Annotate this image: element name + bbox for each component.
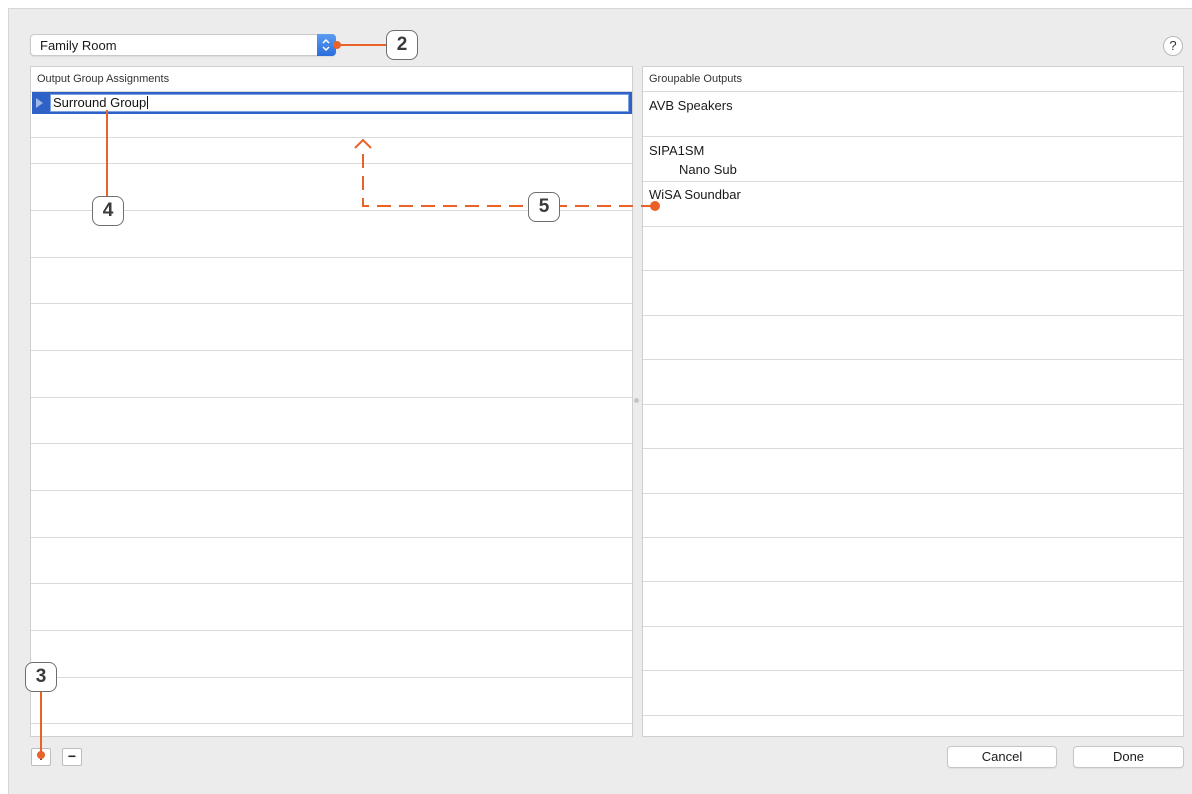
row-divider: [31, 723, 632, 724]
row-divider: [31, 350, 632, 351]
row-divider: [31, 630, 632, 631]
row-divider: [643, 670, 1183, 671]
output-item-nano-sub[interactable]: Nano Sub: [679, 162, 737, 177]
output-group-assignments-panel: Output Group Assignments Surround Group: [30, 66, 633, 737]
row-divider: [31, 397, 632, 398]
callout-4: 4: [92, 196, 124, 226]
row-divider: [643, 404, 1183, 405]
output-item-sipa1sm[interactable]: SIPA1SM: [649, 143, 704, 158]
groupable-outputs-panel: Groupable Outputs AVB Speakers SIPA1SM N…: [642, 66, 1184, 737]
group-name-value: Surround Group: [53, 95, 147, 110]
disclosure-triangle-icon[interactable]: [36, 98, 43, 108]
row-divider: [643, 270, 1183, 271]
callout-3: 3: [25, 662, 57, 692]
callout-5: 5: [528, 192, 560, 222]
callout-2: 2: [386, 30, 418, 60]
row-divider: [31, 257, 632, 258]
split-view-handle[interactable]: [634, 398, 639, 403]
row-divider: [643, 181, 1183, 182]
row-divider: [31, 137, 632, 138]
output-item-avb-speakers[interactable]: AVB Speakers: [649, 98, 733, 113]
output-group-assignments-header: Output Group Assignments: [31, 67, 632, 92]
row-divider: [643, 493, 1183, 494]
room-popup[interactable]: Family Room: [30, 34, 336, 56]
row-divider: [31, 537, 632, 538]
row-divider: [31, 677, 632, 678]
row-divider: [643, 315, 1183, 316]
text-caret: [147, 96, 149, 109]
done-button[interactable]: Done: [1073, 746, 1184, 768]
row-divider: [643, 626, 1183, 627]
row-divider: [31, 303, 632, 304]
row-divider: [643, 715, 1183, 716]
help-button[interactable]: ?: [1163, 36, 1183, 56]
row-divider: [31, 490, 632, 491]
popup-stepper-icon[interactable]: [317, 34, 336, 56]
groupable-outputs-header: Groupable Outputs: [643, 67, 1183, 92]
row-divider: [643, 136, 1183, 137]
row-divider: [31, 163, 632, 164]
output-item-wisa-soundbar[interactable]: WiSA Soundbar: [649, 187, 741, 202]
row-divider: [31, 443, 632, 444]
row-divider: [643, 581, 1183, 582]
cancel-button[interactable]: Cancel: [947, 746, 1057, 768]
row-divider: [643, 359, 1183, 360]
add-group-button[interactable]: +: [31, 748, 51, 766]
row-divider: [31, 583, 632, 584]
room-popup-value: Family Room: [40, 38, 117, 53]
row-divider: [643, 448, 1183, 449]
row-divider: [643, 537, 1183, 538]
remove-group-button[interactable]: −: [62, 748, 82, 766]
row-divider: [643, 226, 1183, 227]
group-name-field[interactable]: Surround Group: [50, 94, 629, 112]
selected-group-row[interactable]: Surround Group: [32, 92, 632, 114]
